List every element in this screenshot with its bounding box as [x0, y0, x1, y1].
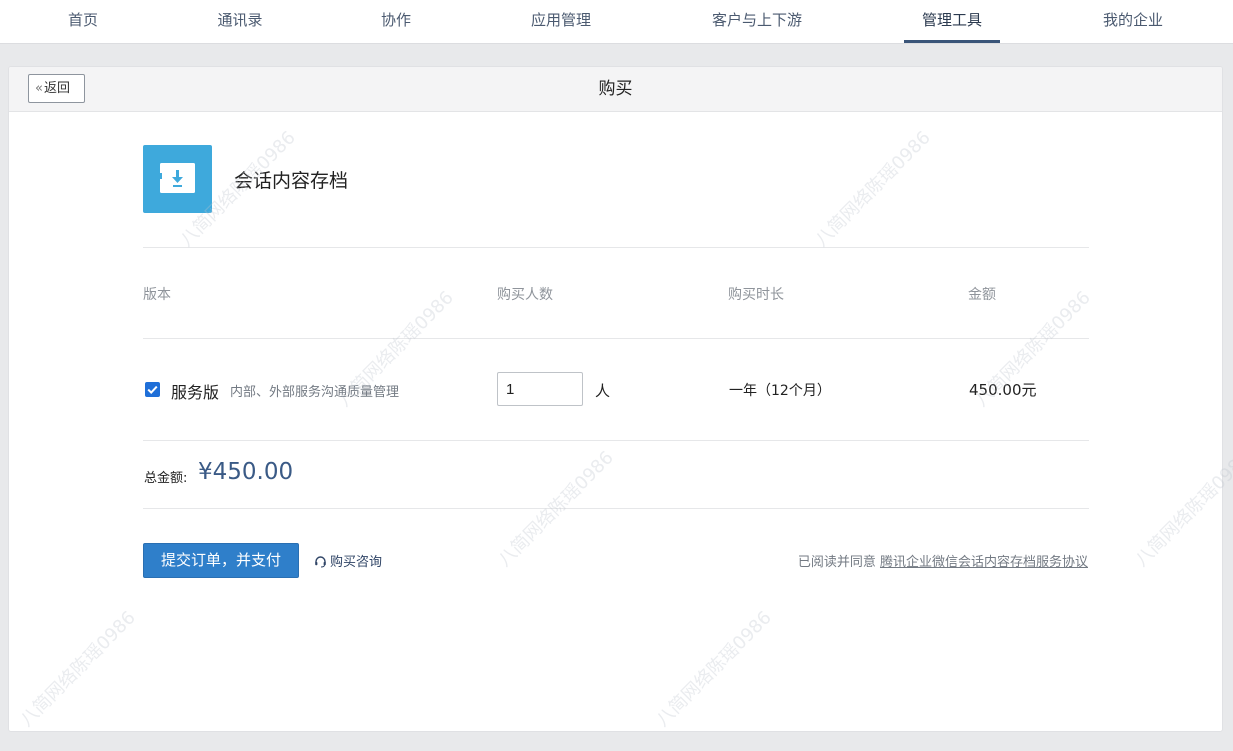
product-name: 会话内容存档 — [234, 170, 349, 192]
purchase-consult-link[interactable]: 购买咨询 — [314, 551, 382, 570]
agreement-link[interactable]: 腾讯企业微信会话内容存档服务协议 — [880, 555, 1088, 570]
nav-item-my-enterprise[interactable]: 我的企业 — [1085, 0, 1181, 44]
seats-input[interactable] — [497, 372, 583, 406]
amount-value: 450.00元 — [969, 381, 1037, 399]
divider — [143, 338, 1089, 339]
headset-icon — [315, 556, 326, 568]
duration-value: 一年（12个月） — [729, 383, 831, 399]
panel-header: 购买 «返回 — [9, 67, 1222, 112]
back-button[interactable]: «返回 — [28, 74, 85, 103]
nav-item-home[interactable]: 首页 — [50, 0, 116, 44]
nav-item-customers[interactable]: 客户与上下游 — [694, 0, 820, 44]
consult-label: 购买咨询 — [330, 555, 383, 570]
column-header-edition: 版本 — [143, 287, 171, 303]
divider — [143, 247, 1089, 248]
edition-description: 内部、外部服务沟通质量管理 — [230, 385, 400, 400]
back-button-label: 返回 — [43, 81, 70, 96]
column-header-amount: 金额 — [968, 287, 996, 303]
page-title: 购买 — [598, 79, 633, 99]
submit-order-button[interactable]: 提交订单，并支付 — [143, 543, 299, 578]
divider — [143, 440, 1089, 441]
edition-checkbox[interactable] — [145, 382, 160, 397]
check-icon — [147, 385, 158, 395]
agreement-text: 已阅读并同意 腾讯企业微信会话内容存档服务协议 — [798, 551, 1088, 570]
total-value: ¥450.00 — [198, 459, 294, 485]
seats-unit: 人 — [595, 382, 611, 400]
top-navigation: 首页 通讯录 协作 应用管理 客户与上下游 管理工具 我的企业 — [0, 0, 1233, 44]
double-chevron-left-icon: « — [35, 81, 43, 96]
agreement-prefix: 已阅读并同意 — [797, 555, 876, 570]
nav-item-app-management[interactable]: 应用管理 — [513, 0, 609, 44]
column-header-seats: 购买人数 — [497, 287, 553, 303]
edition-name: 服务版 — [171, 383, 220, 402]
column-header-duration: 购买时长 — [728, 287, 784, 303]
purchase-panel: 购买 «返回 会话内容存档 版本 购买人数 购买时长 金额 服务版 内部、外部服… — [8, 66, 1223, 732]
total-label: 总金额: — [144, 471, 188, 486]
divider — [143, 508, 1089, 509]
nav-item-collaboration[interactable]: 协作 — [363, 0, 429, 44]
download-box-icon — [143, 145, 212, 213]
nav-item-management-tools[interactable]: 管理工具 — [903, 0, 1001, 44]
nav-item-contacts[interactable]: 通讯录 — [199, 0, 280, 44]
